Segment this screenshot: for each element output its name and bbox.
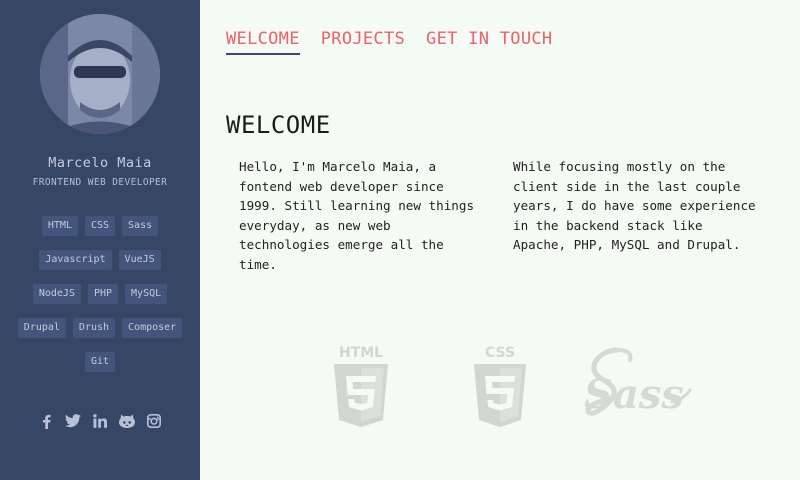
skill-tag-css[interactable]: CSS [84, 216, 116, 236]
experience-paragraph: While focusing mostly on the client side… [513, 159, 756, 252]
intro-paragraph: Hello, I'm Marcelo Maia, a fontend web d… [239, 159, 475, 272]
css3-logo-icon: CSS [471, 344, 529, 428]
github-icon[interactable] [119, 413, 135, 429]
skill-tag-sass[interactable]: Sass [122, 216, 159, 236]
skill-tags: HTML CSS Sass Javascript VueJS NodeJS PH… [0, 216, 200, 386]
skill-tag-nodejs[interactable]: NodeJS [32, 284, 81, 304]
facebook-icon[interactable] [38, 413, 54, 429]
skill-tag-drush[interactable]: Drush [72, 318, 116, 338]
profile-role: FRONTEND WEB DEVELOPER [32, 177, 168, 188]
nav-projects[interactable]: PROJECTS [321, 29, 405, 55]
social-links [0, 413, 200, 429]
main-nav: WELCOME PROJECTS GET IN TOUCH [226, 29, 552, 55]
html5-logo-icon: HTML [331, 344, 391, 428]
skill-row: Git [0, 352, 200, 372]
skill-tag-drupal[interactable]: Drupal [17, 318, 66, 338]
sass-logo-icon: Sass [584, 346, 694, 426]
skill-tag-vuejs[interactable]: VueJS [118, 250, 161, 270]
css3-logo-label: CSS [485, 345, 515, 361]
profile-name: Marcelo Maia [48, 155, 152, 171]
skill-row: NodeJS PHP MySQL [0, 284, 200, 304]
skill-tag-html[interactable]: HTML [41, 216, 78, 236]
skill-tag-php[interactable]: PHP [87, 284, 119, 304]
page-title: WELCOME [226, 111, 331, 139]
skill-tag-mysql[interactable]: MySQL [125, 284, 168, 304]
avatar [40, 14, 160, 134]
nav-welcome[interactable]: WELCOME [226, 29, 300, 55]
instagram-icon[interactable] [146, 413, 162, 429]
skill-row: HTML CSS Sass [0, 216, 200, 236]
sass-logo-label: Sass [584, 371, 684, 418]
skill-tag-composer[interactable]: Composer [122, 318, 183, 338]
html5-logo-label: HTML [339, 345, 383, 361]
skill-row: Drupal Drush Composer [0, 318, 200, 338]
skill-tag-git[interactable]: Git [84, 352, 116, 372]
skill-tag-javascript[interactable]: Javascript [39, 250, 112, 270]
twitter-icon[interactable] [65, 413, 81, 429]
skill-row: Javascript VueJS [0, 250, 200, 270]
sidebar: Marcelo Maia FRONTEND WEB DEVELOPER HTML… [0, 0, 200, 480]
linkedin-icon[interactable] [92, 413, 108, 429]
nav-get-in-touch[interactable]: GET IN TOUCH [426, 29, 552, 55]
